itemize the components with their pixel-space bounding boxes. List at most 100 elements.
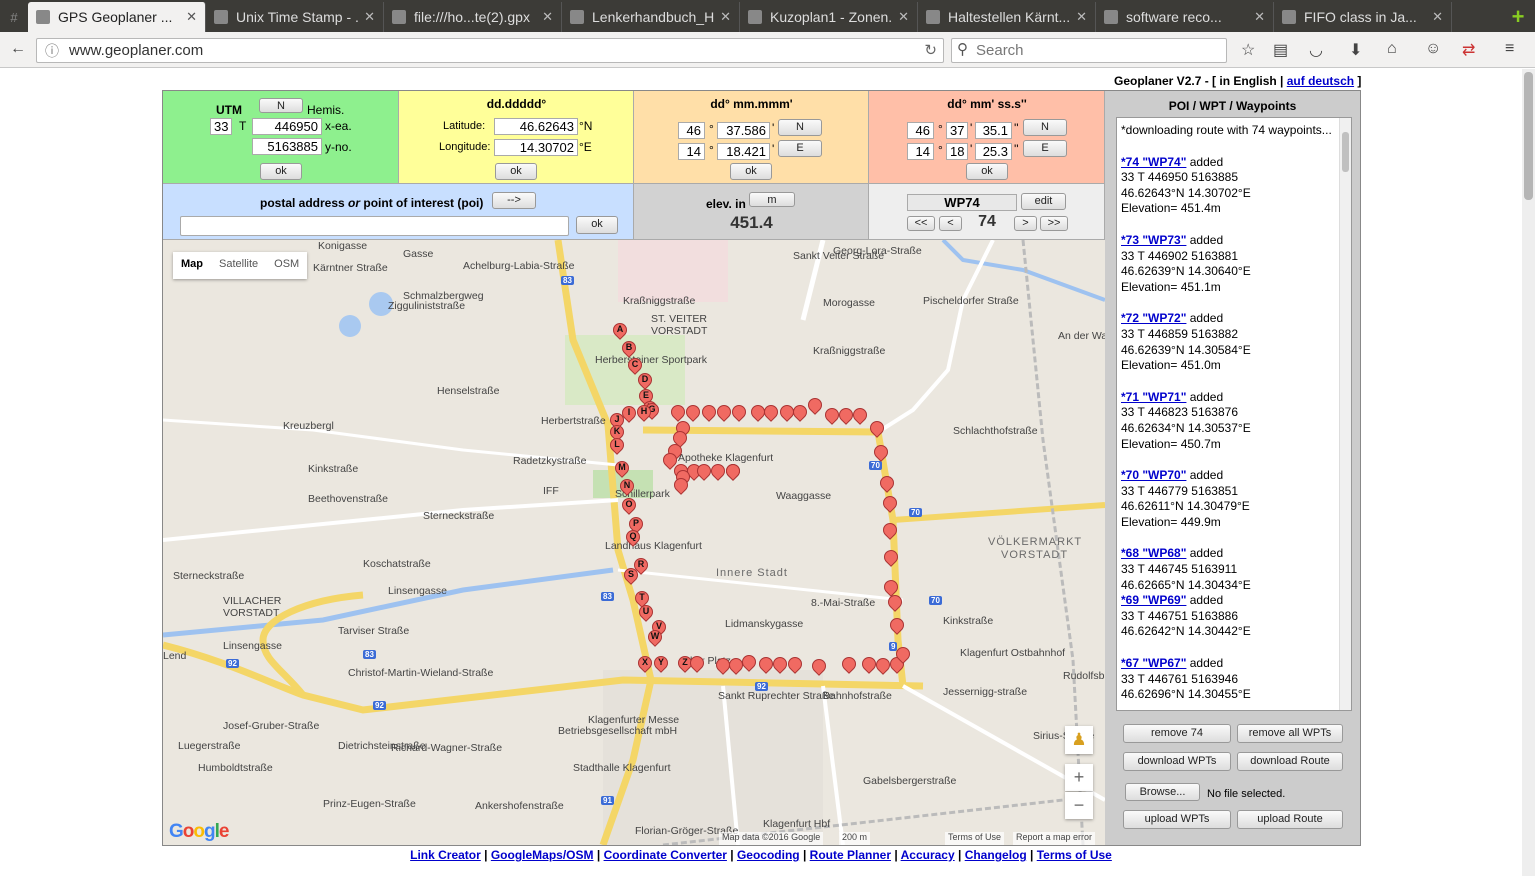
decimal-ok-button[interactable]: ok	[495, 163, 537, 180]
hemisphere-button[interactable]: N	[259, 98, 303, 113]
waypoint-link[interactable]: *73 "WP73"	[1121, 233, 1186, 247]
dm-lat-deg-input[interactable]: 46	[678, 122, 705, 139]
back-icon[interactable]: ←	[10, 40, 26, 58]
dms-ns-button[interactable]: N	[1023, 119, 1067, 136]
waypoint-list-scroll-thumb[interactable]	[1342, 132, 1349, 172]
tab-6[interactable]: Haltestellen Kärnt... ✕	[918, 2, 1096, 32]
latitude-input[interactable]: 46.62643	[494, 118, 578, 135]
tab-5[interactable]: Kuzoplan1 - Zonen... ✕	[740, 2, 918, 32]
dm-ew-button[interactable]: E	[778, 140, 822, 157]
waypoint-link[interactable]: *70 "WP70"	[1121, 468, 1186, 482]
utm-zone-input[interactable]: 33	[210, 118, 232, 135]
poi-label[interactable]: Stadthalle Klagenfurt	[573, 762, 670, 774]
dm-lat-min-input[interactable]: 37.586	[717, 122, 770, 139]
home-icon[interactable]: ⌂	[1387, 40, 1397, 58]
footer-link[interactable]: Geocoding	[737, 848, 800, 862]
dms-ew-button[interactable]: E	[1023, 140, 1067, 157]
download-waypoints-button[interactable]: download WPTs	[1123, 752, 1231, 771]
waypoint-link[interactable]: *74 "WP74"	[1121, 155, 1186, 169]
waypoint-link[interactable]: *67 "WP67"	[1121, 656, 1186, 670]
tab-close-icon[interactable]: ✕	[1254, 9, 1265, 25]
last-waypoint-button[interactable]: >>	[1040, 216, 1068, 231]
degmin-ok-button[interactable]: ok	[730, 163, 772, 180]
footer-link[interactable]: Accuracy	[901, 848, 955, 862]
waypoint-edit-button[interactable]: edit	[1021, 193, 1066, 210]
dms-ok-button[interactable]: ok	[966, 163, 1008, 180]
dms-lat-min-input[interactable]: 37	[946, 122, 968, 139]
footer-link[interactable]: Coordinate Converter	[604, 848, 727, 862]
waypoint-link[interactable]: *72 "WP72"	[1121, 311, 1186, 325]
waypoint-list-scrollbar[interactable]	[1339, 118, 1351, 710]
tab-close-icon[interactable]: ✕	[186, 9, 197, 25]
browse-file-button[interactable]: Browse...	[1125, 783, 1200, 801]
reload-icon[interactable]: ↻	[924, 41, 937, 59]
poi-label[interactable]: Apotheke Klagenfurt	[678, 452, 773, 464]
map-type-map[interactable]: Map	[173, 252, 211, 279]
dms-lon-sec-input[interactable]: 25.3	[975, 143, 1012, 160]
footer-link[interactable]: Link Creator	[410, 848, 481, 862]
tab-list-icon[interactable]: #	[0, 2, 28, 32]
address-go-button[interactable]: -->	[492, 192, 536, 209]
menu-icon[interactable]: ≡	[1505, 40, 1514, 58]
tab-close-icon[interactable]: ✕	[898, 9, 909, 25]
dms-lon-deg-input[interactable]: 14	[907, 143, 934, 160]
street-view-pegman-icon[interactable]: ♟	[1065, 726, 1093, 754]
waypoint-link[interactable]: *69 "WP69"	[1121, 593, 1186, 607]
info-icon[interactable]: ⓘ	[45, 41, 59, 61]
first-waypoint-button[interactable]: <<	[907, 216, 935, 231]
poi-label[interactable]: Klagenfurt Ostbahnhof	[960, 647, 1065, 659]
waypoint-list[interactable]: *downloading route with 74 waypoints... …	[1116, 117, 1352, 711]
dm-lon-min-input[interactable]: 18.421	[717, 143, 770, 160]
tab-close-icon[interactable]: ✕	[720, 9, 731, 25]
map-type-osm[interactable]: OSM	[266, 252, 307, 279]
download-icon[interactable]: ⬇	[1349, 40, 1362, 60]
dms-lat-deg-input[interactable]: 46	[907, 122, 934, 139]
poi-label[interactable]: Klagenfurt Hbf	[763, 818, 830, 830]
upload-route-button[interactable]: upload Route	[1237, 810, 1343, 829]
map-terms-link[interactable]: Terms of Use	[945, 832, 1005, 845]
footer-link[interactable]: GoogleMaps/OSM	[491, 848, 594, 862]
dm-ns-button[interactable]: N	[778, 119, 822, 136]
german-link[interactable]: auf deutsch	[1287, 74, 1354, 88]
utm-ok-button[interactable]: ok	[260, 163, 302, 180]
dms-lat-sec-input[interactable]: 35.1	[975, 122, 1012, 139]
tab-4[interactable]: Lenkerhandbuch_H... ✕	[562, 2, 740, 32]
tab-3[interactable]: file:///ho...te(2).gpx ✕	[384, 2, 562, 32]
address-input[interactable]	[180, 216, 569, 236]
poi-label[interactable]: Landhaus Klagenfurt	[605, 540, 702, 552]
poi-label[interactable]: Herbersteiner Sportpark	[595, 354, 707, 366]
poi-label[interactable]: Betriebsgesellschaft mbH	[558, 725, 677, 737]
search-input[interactable]: ⚲ Search	[951, 38, 1227, 63]
zoom-in-button[interactable]: +	[1065, 764, 1093, 791]
footer-link[interactable]: Terms of Use	[1037, 848, 1112, 862]
page-scroll-thumb[interactable]	[1524, 72, 1533, 200]
map-type-satellite[interactable]: Satellite	[211, 252, 266, 279]
url-bar[interactable]: ⓘ www.geoplaner.com ↻	[36, 38, 944, 63]
tab-2[interactable]: Unix Time Stamp - ... ✕	[206, 2, 384, 32]
download-route-button[interactable]: download Route	[1237, 752, 1343, 771]
bookmark-star-icon[interactable]: ☆	[1241, 40, 1255, 60]
tab-close-icon[interactable]: ✕	[1076, 9, 1087, 25]
dm-lon-deg-input[interactable]: 14	[678, 143, 705, 160]
elevation-unit-button[interactable]: m	[749, 192, 795, 207]
utm-easting-input[interactable]: 446950	[252, 118, 322, 135]
pocket-icon[interactable]: ◡	[1309, 40, 1323, 60]
poi-label[interactable]: IFF	[543, 485, 559, 497]
sync-icon[interactable]: ⇄	[1462, 40, 1475, 60]
chat-icon[interactable]: ☺	[1425, 40, 1441, 58]
prev-waypoint-button[interactable]: <	[939, 216, 962, 231]
map-canvas[interactable]: Map Satellite OSM Konigasse Gasse Kärntner S…	[163, 240, 1105, 845]
utm-northing-input[interactable]: 5163885	[252, 138, 322, 155]
reading-list-icon[interactable]: ▤	[1273, 40, 1288, 60]
upload-waypoints-button[interactable]: upload WPTs	[1123, 810, 1231, 829]
longitude-input[interactable]: 14.30702	[494, 139, 578, 156]
remove-waypoint-button[interactable]: remove 74	[1123, 724, 1231, 743]
tab-8[interactable]: FIFO class in Ja... ✕	[1274, 2, 1452, 32]
tab-close-icon[interactable]: ✕	[364, 9, 375, 25]
waypoint-link[interactable]: *68 "WP68"	[1121, 546, 1186, 560]
new-tab-button[interactable]: +	[1501, 2, 1535, 32]
zoom-out-button[interactable]: −	[1065, 792, 1093, 819]
remove-all-waypoints-button[interactable]: remove all WPTs	[1237, 724, 1343, 743]
tab-close-icon[interactable]: ✕	[542, 9, 553, 25]
tab-1[interactable]: GPS Geoplaner ... ✕	[28, 2, 206, 32]
